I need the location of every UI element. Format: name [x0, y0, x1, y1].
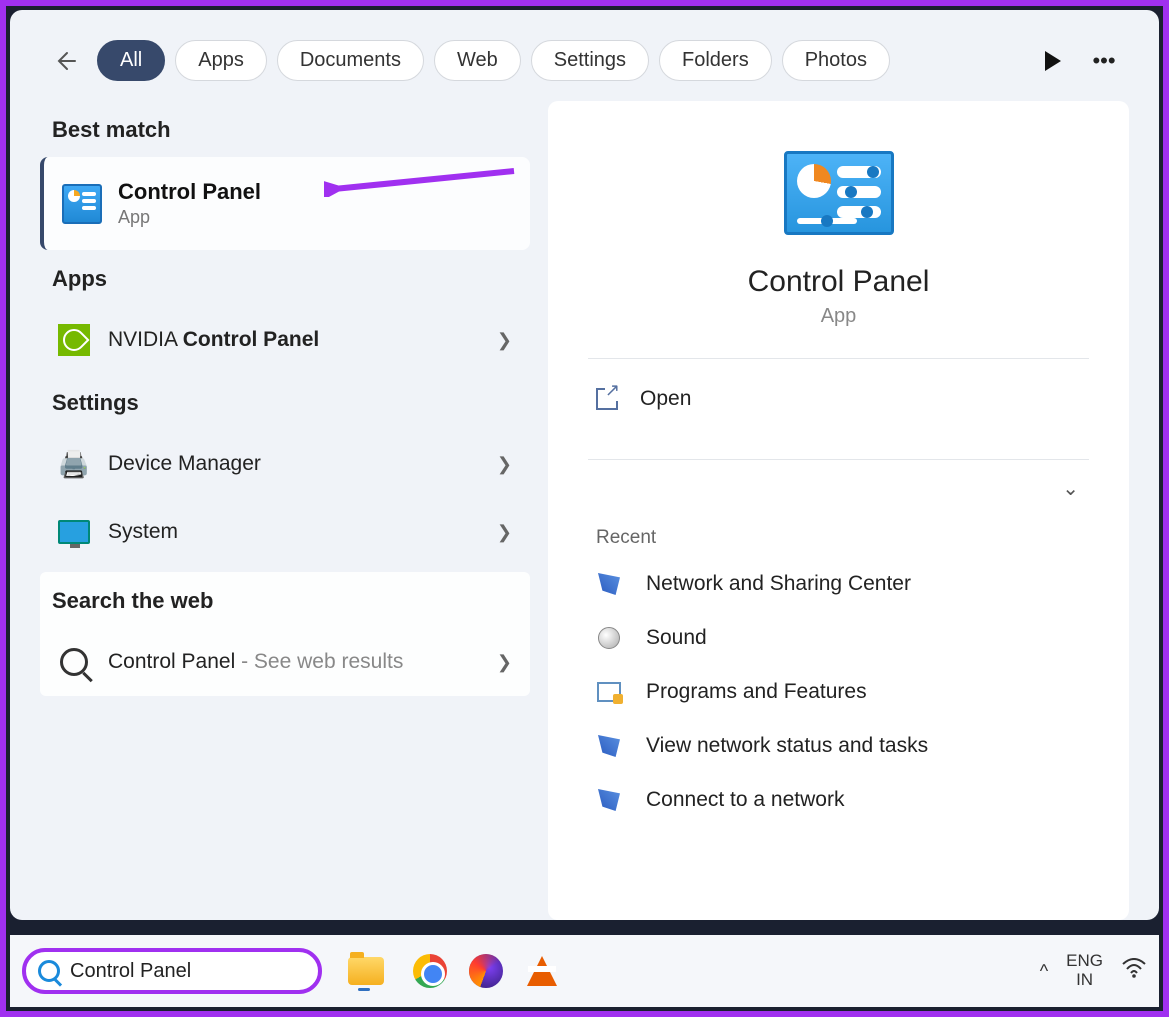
network-icon: [598, 573, 620, 595]
settings-heading: Settings: [40, 374, 530, 430]
search-web-section: Search the web Control Panel - See web r…: [40, 572, 530, 696]
setting-item-label: System: [108, 520, 479, 544]
filter-photos[interactable]: Photos: [782, 40, 890, 81]
back-button[interactable]: [45, 41, 85, 81]
results-column: Best match Control Panel App Apps NVIDIA…: [40, 101, 530, 920]
chevron-right-icon: ❯: [497, 330, 512, 351]
system-icon: [58, 520, 90, 544]
chevron-right-icon: ❯: [497, 652, 512, 673]
filter-bar: All Apps Documents Web Settings Folders …: [10, 10, 1159, 101]
chevron-right-icon: ❯: [497, 522, 512, 543]
best-match-title: Control Panel: [118, 179, 261, 205]
wifi-button[interactable]: [1121, 958, 1147, 984]
app-item-label: NVIDIA Control Panel: [108, 328, 479, 352]
back-arrow-icon: [53, 49, 77, 73]
recent-programs-features[interactable]: Programs and Features: [588, 665, 1089, 719]
wifi-icon: [1121, 958, 1147, 978]
best-match-item[interactable]: Control Panel App: [40, 157, 530, 250]
chevron-right-icon: ❯: [497, 454, 512, 475]
search-icon: [60, 648, 88, 676]
nvidia-icon: [58, 324, 90, 356]
recent-label: Programs and Features: [646, 680, 867, 704]
recent-sound[interactable]: Sound: [588, 611, 1089, 665]
vlc-icon: [527, 956, 557, 986]
setting-system[interactable]: System ❯: [40, 498, 530, 566]
content-area: Best match Control Panel App Apps NVIDIA…: [10, 101, 1159, 920]
recent-label: Connect to a network: [646, 788, 844, 812]
web-result-main: Control Panel: [108, 650, 235, 673]
recent-network-status[interactable]: View network status and tasks: [588, 719, 1089, 773]
open-action[interactable]: Open: [588, 369, 1089, 429]
filter-web[interactable]: Web: [434, 40, 521, 81]
app-nvidia-control-panel[interactable]: NVIDIA Control Panel ❯: [40, 306, 530, 374]
open-external-icon: [596, 388, 618, 410]
filter-settings[interactable]: Settings: [531, 40, 649, 81]
search-input-value: Control Panel: [70, 960, 191, 983]
search-icon: [38, 960, 60, 982]
file-explorer-button[interactable]: [348, 957, 384, 985]
chrome-button[interactable]: [410, 951, 450, 991]
filter-folders[interactable]: Folders: [659, 40, 772, 81]
setting-device-manager[interactable]: 🖨️ Device Manager ❯: [40, 430, 530, 498]
apps-heading: Apps: [40, 250, 530, 306]
chevron-down-icon: ⌄: [1062, 476, 1079, 501]
play-icon: [1043, 51, 1061, 71]
taskbar-search[interactable]: Control Panel: [22, 948, 322, 994]
best-match-text: Control Panel App: [118, 179, 261, 228]
nvidia-prefix: NVIDIA: [108, 328, 183, 351]
network-icon: [598, 735, 620, 757]
filter-pills: All Apps Documents Web Settings Folders …: [97, 40, 1020, 81]
best-match-subtitle: App: [118, 207, 261, 228]
nvidia-bold: Control Panel: [183, 328, 320, 351]
recent-label: Network and Sharing Center: [646, 572, 911, 596]
setting-item-label: Device Manager: [108, 452, 479, 476]
chrome-icon: [413, 954, 447, 988]
expand-actions[interactable]: ⌄: [588, 470, 1089, 511]
recent-label: Sound: [646, 626, 707, 650]
search-results-panel: All Apps Documents Web Settings Folders …: [10, 10, 1159, 920]
recent-network-sharing[interactable]: Network and Sharing Center: [588, 557, 1089, 611]
ellipsis-icon: •••: [1092, 48, 1115, 74]
lang-bottom: IN: [1066, 971, 1103, 990]
firefox-button[interactable]: [466, 951, 506, 991]
recent-label: View network status and tasks: [646, 734, 928, 758]
control-panel-large-icon: [784, 151, 894, 235]
web-result-item[interactable]: Control Panel - See web results ❯: [40, 628, 530, 696]
vlc-button[interactable]: [522, 951, 562, 991]
more-button[interactable]: •••: [1084, 41, 1124, 81]
device-manager-icon: 🖨️: [58, 448, 90, 480]
filter-documents[interactable]: Documents: [277, 40, 424, 81]
web-result-suffix: - See web results: [235, 650, 403, 673]
filter-apps[interactable]: Apps: [175, 40, 267, 81]
system-tray: ^ ENG IN: [1040, 952, 1147, 989]
programs-icon: [597, 682, 621, 702]
recent-connect-network[interactable]: Connect to a network: [588, 773, 1089, 827]
divider: [588, 459, 1089, 460]
network-icon: [598, 789, 620, 811]
divider: [588, 358, 1089, 359]
recent-heading: Recent: [588, 511, 1089, 557]
sound-icon: [598, 627, 620, 649]
play-button[interactable]: [1032, 41, 1072, 81]
detail-title: Control Panel: [588, 265, 1089, 299]
control-panel-icon: [62, 184, 102, 224]
annotation-arrow-icon: [324, 167, 524, 197]
detail-subtitle: App: [588, 305, 1089, 328]
search-web-heading: Search the web: [40, 572, 530, 628]
taskbar: Control Panel ^ ENG IN: [10, 935, 1159, 1007]
firefox-icon: [469, 954, 503, 988]
filter-all[interactable]: All: [97, 40, 165, 81]
language-indicator[interactable]: ENG IN: [1066, 952, 1103, 989]
lang-top: ENG: [1066, 952, 1103, 971]
best-match-heading: Best match: [40, 101, 530, 157]
open-label: Open: [640, 387, 691, 411]
detail-pane: Control Panel App Open ⌄ Recent Network …: [548, 101, 1129, 920]
web-result-label: Control Panel - See web results: [108, 650, 479, 674]
tray-overflow-button[interactable]: ^: [1040, 961, 1048, 982]
